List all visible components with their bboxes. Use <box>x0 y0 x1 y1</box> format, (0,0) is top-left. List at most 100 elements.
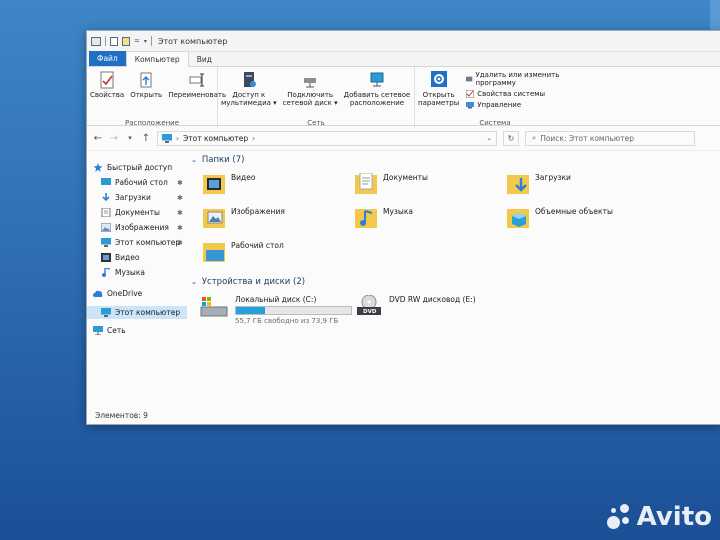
chevron-down-icon: ⌄ <box>191 278 197 286</box>
chevron-down-icon[interactable]: ⌄ <box>486 134 492 142</box>
pin-icon[interactable]: ✱ <box>177 194 183 202</box>
check-icon <box>466 90 475 98</box>
properties-icon <box>100 71 114 89</box>
manage-computer-icon <box>466 102 475 109</box>
hard-drive-icon <box>200 297 228 317</box>
up-arrow-icon[interactable]: ↑ <box>141 133 151 144</box>
cloud-icon <box>93 290 103 297</box>
search-icon: ⌕ <box>532 133 537 142</box>
video-icon <box>101 253 111 262</box>
chevron-down-icon[interactable]: ▾ <box>144 38 147 45</box>
avito-text: Avito <box>636 502 712 532</box>
nav-this-pc-pinned[interactable]: Этот компьютер ✱ <box>101 238 183 247</box>
breadcrumb-separator-icon: › <box>252 133 256 143</box>
properties-button[interactable]: Свойства <box>87 71 127 99</box>
refresh-icon: ↻ <box>507 133 515 143</box>
gear-icon <box>430 71 447 87</box>
folder-music[interactable]: Музыка <box>355 207 413 229</box>
properties-icon[interactable] <box>110 36 118 46</box>
tab-view[interactable]: Вид <box>189 53 220 66</box>
system-properties-link[interactable]: Свойства системы <box>466 90 575 98</box>
location-group: Свойства Открыть Переименовать Расположе… <box>87 67 226 129</box>
network-location-icon <box>370 72 384 87</box>
folder-videos[interactable]: Видео <box>203 173 255 195</box>
breadcrumb-this-pc[interactable]: Этот компьютер <box>183 134 248 143</box>
folder-desktop[interactable]: Рабочий стол <box>203 241 284 263</box>
open-button[interactable]: Открыть <box>127 71 165 99</box>
refresh-button[interactable]: ↻ <box>503 130 519 146</box>
media-access-button[interactable]: Доступ к мультимедиа ▾ <box>218 71 280 107</box>
folder-pictures[interactable]: Изображения <box>203 207 285 229</box>
folders-section-header[interactable]: ⌄ Папки (7) <box>191 155 244 165</box>
nav-desktop[interactable]: Рабочий стол ✱ <box>101 178 183 187</box>
program-icon <box>466 76 473 82</box>
network-group: Доступ к мультимедиа ▾ Подключить сетево… <box>218 67 415 129</box>
star-icon <box>93 163 103 172</box>
folder-3d-objects[interactable]: Объемные объекты <box>507 207 613 229</box>
tab-computer[interactable]: Компьютер <box>125 51 189 67</box>
drive-e-dvd[interactable]: DVD DVD RW дисковод (E:) <box>355 295 476 317</box>
rename-icon <box>189 73 205 87</box>
computer-icon <box>91 36 101 46</box>
3d-objects-folder-icon <box>507 209 529 228</box>
system-group: Открыть параметры Удалить или изменить п… <box>415 67 575 129</box>
group-label-network: Сеть <box>307 119 325 127</box>
nav-pictures[interactable]: Изображения ✱ <box>101 223 183 232</box>
computer-icon <box>162 133 172 143</box>
nav-this-pc[interactable]: Этот компьютер <box>87 306 187 319</box>
search-input[interactable]: ⌕ Поиск: Этот компьютер <box>525 130 695 146</box>
nav-downloads[interactable]: Загрузки ✱ <box>101 193 183 202</box>
folder-documents[interactable]: Документы <box>355 173 428 195</box>
drive-e-name: DVD RW дисковод (E:) <box>389 295 476 304</box>
drives-section-header[interactable]: ⌄ Устройства и диски (2) <box>191 277 305 287</box>
drive-c-usage-bar <box>235 306 352 315</box>
customize-toolbar-icon[interactable]: = <box>134 37 140 45</box>
nav-music[interactable]: Музыка <box>101 268 145 277</box>
nav-documents[interactable]: Документы ✱ <box>101 208 183 217</box>
nav-network[interactable]: Сеть <box>93 326 126 335</box>
pin-icon[interactable]: ✱ <box>177 224 183 232</box>
chevron-down-icon: ⌄ <box>191 156 197 164</box>
drive-c-free-space: 55,7 ГБ свободно из 73,9 ГБ <box>235 317 339 325</box>
recent-chevron-icon[interactable]: ▾ <box>125 134 135 142</box>
download-icon <box>102 193 110 202</box>
address-bar[interactable]: › Этот компьютер › ⌄ <box>157 130 497 146</box>
document-icon <box>101 208 111 217</box>
pin-icon[interactable]: ✱ <box>177 239 183 247</box>
video-folder-icon <box>203 175 225 194</box>
system-list: Удалить или изменить программу Свойства … <box>462 71 575 109</box>
pin-icon[interactable]: ✱ <box>177 179 183 187</box>
drive-c-name: Локальный диск (C:) <box>235 295 317 304</box>
ribbon: Свойства Открыть Переименовать Расположе… <box>87 67 720 129</box>
pin-icon[interactable]: ✱ <box>177 209 183 217</box>
network-drive-icon <box>304 78 317 88</box>
open-settings-button[interactable]: Открыть параметры <box>415 71 462 107</box>
folder-downloads[interactable]: Загрузки <box>507 173 571 195</box>
back-arrow-icon[interactable]: ← <box>93 133 103 144</box>
media-server-icon <box>243 72 256 87</box>
file-explorer-window: = ▾ Этот компьютер Файл Компьютер Вид Св… <box>86 30 720 425</box>
drive-c[interactable]: Локальный диск (C:) 55,7 ГБ свободно из … <box>199 295 352 325</box>
address-row: ← → ▾ ↑ › Этот компьютер › ⌄ ↻ ⌕ Поиск: … <box>87 126 720 151</box>
add-network-location-button[interactable]: Добавить сетевое расположение <box>341 71 414 107</box>
drive-c-usage-fill <box>236 307 265 314</box>
network-icon <box>93 326 103 335</box>
manage-link[interactable]: Управление <box>466 101 575 109</box>
downloads-folder-icon <box>507 175 529 194</box>
map-network-drive-button[interactable]: Подключить сетевой диск ▾ <box>280 71 341 107</box>
nav-onedrive[interactable]: OneDrive <box>93 289 142 298</box>
title-bar: = ▾ Этот компьютер <box>87 31 720 52</box>
dvd-badge: DVD <box>363 309 377 315</box>
pictures-folder-icon <box>203 209 225 228</box>
uninstall-program-link[interactable]: Удалить или изменить программу <box>466 71 575 87</box>
forward-arrow-icon[interactable]: → <box>109 133 119 144</box>
desktop-icon <box>101 178 111 185</box>
picture-icon <box>101 223 111 232</box>
documents-folder-icon <box>355 173 377 194</box>
nav-quick-access[interactable]: Быстрый доступ <box>93 163 172 172</box>
nav-videos[interactable]: Видео <box>101 253 139 262</box>
ribbon-tabs: Файл Компьютер Вид <box>87 51 720 67</box>
group-label-location: Расположение <box>124 119 180 127</box>
tab-file[interactable]: Файл <box>89 51 126 66</box>
new-folder-icon[interactable] <box>122 36 130 46</box>
